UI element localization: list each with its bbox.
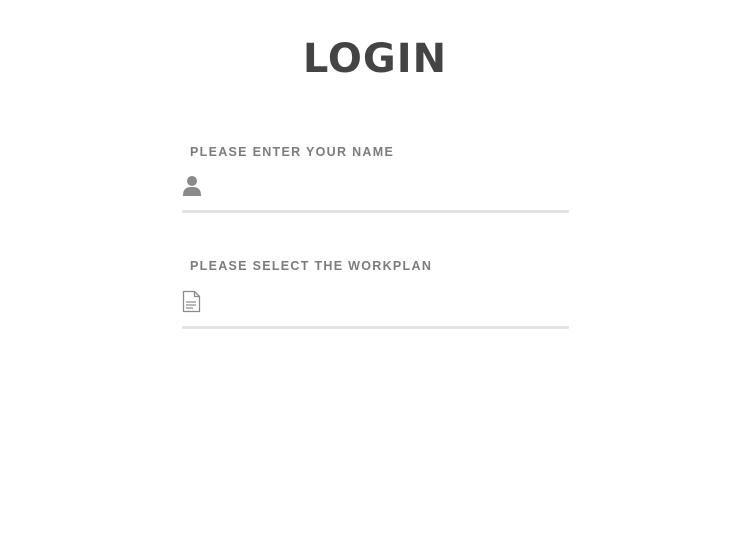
- name-input[interactable]: [210, 172, 566, 200]
- workplan-input[interactable]: [210, 288, 566, 316]
- name-field-underline: [182, 210, 569, 213]
- page-title: LOGIN: [302, 36, 448, 82]
- document-icon: [182, 290, 202, 314]
- user-icon: [182, 174, 202, 198]
- workplan-field-label: PLEASE SELECT THE WORKPLAN: [190, 259, 433, 273]
- name-field-label: PLEASE ENTER YOUR NAME: [190, 145, 395, 159]
- workplan-field-underline: [182, 326, 569, 329]
